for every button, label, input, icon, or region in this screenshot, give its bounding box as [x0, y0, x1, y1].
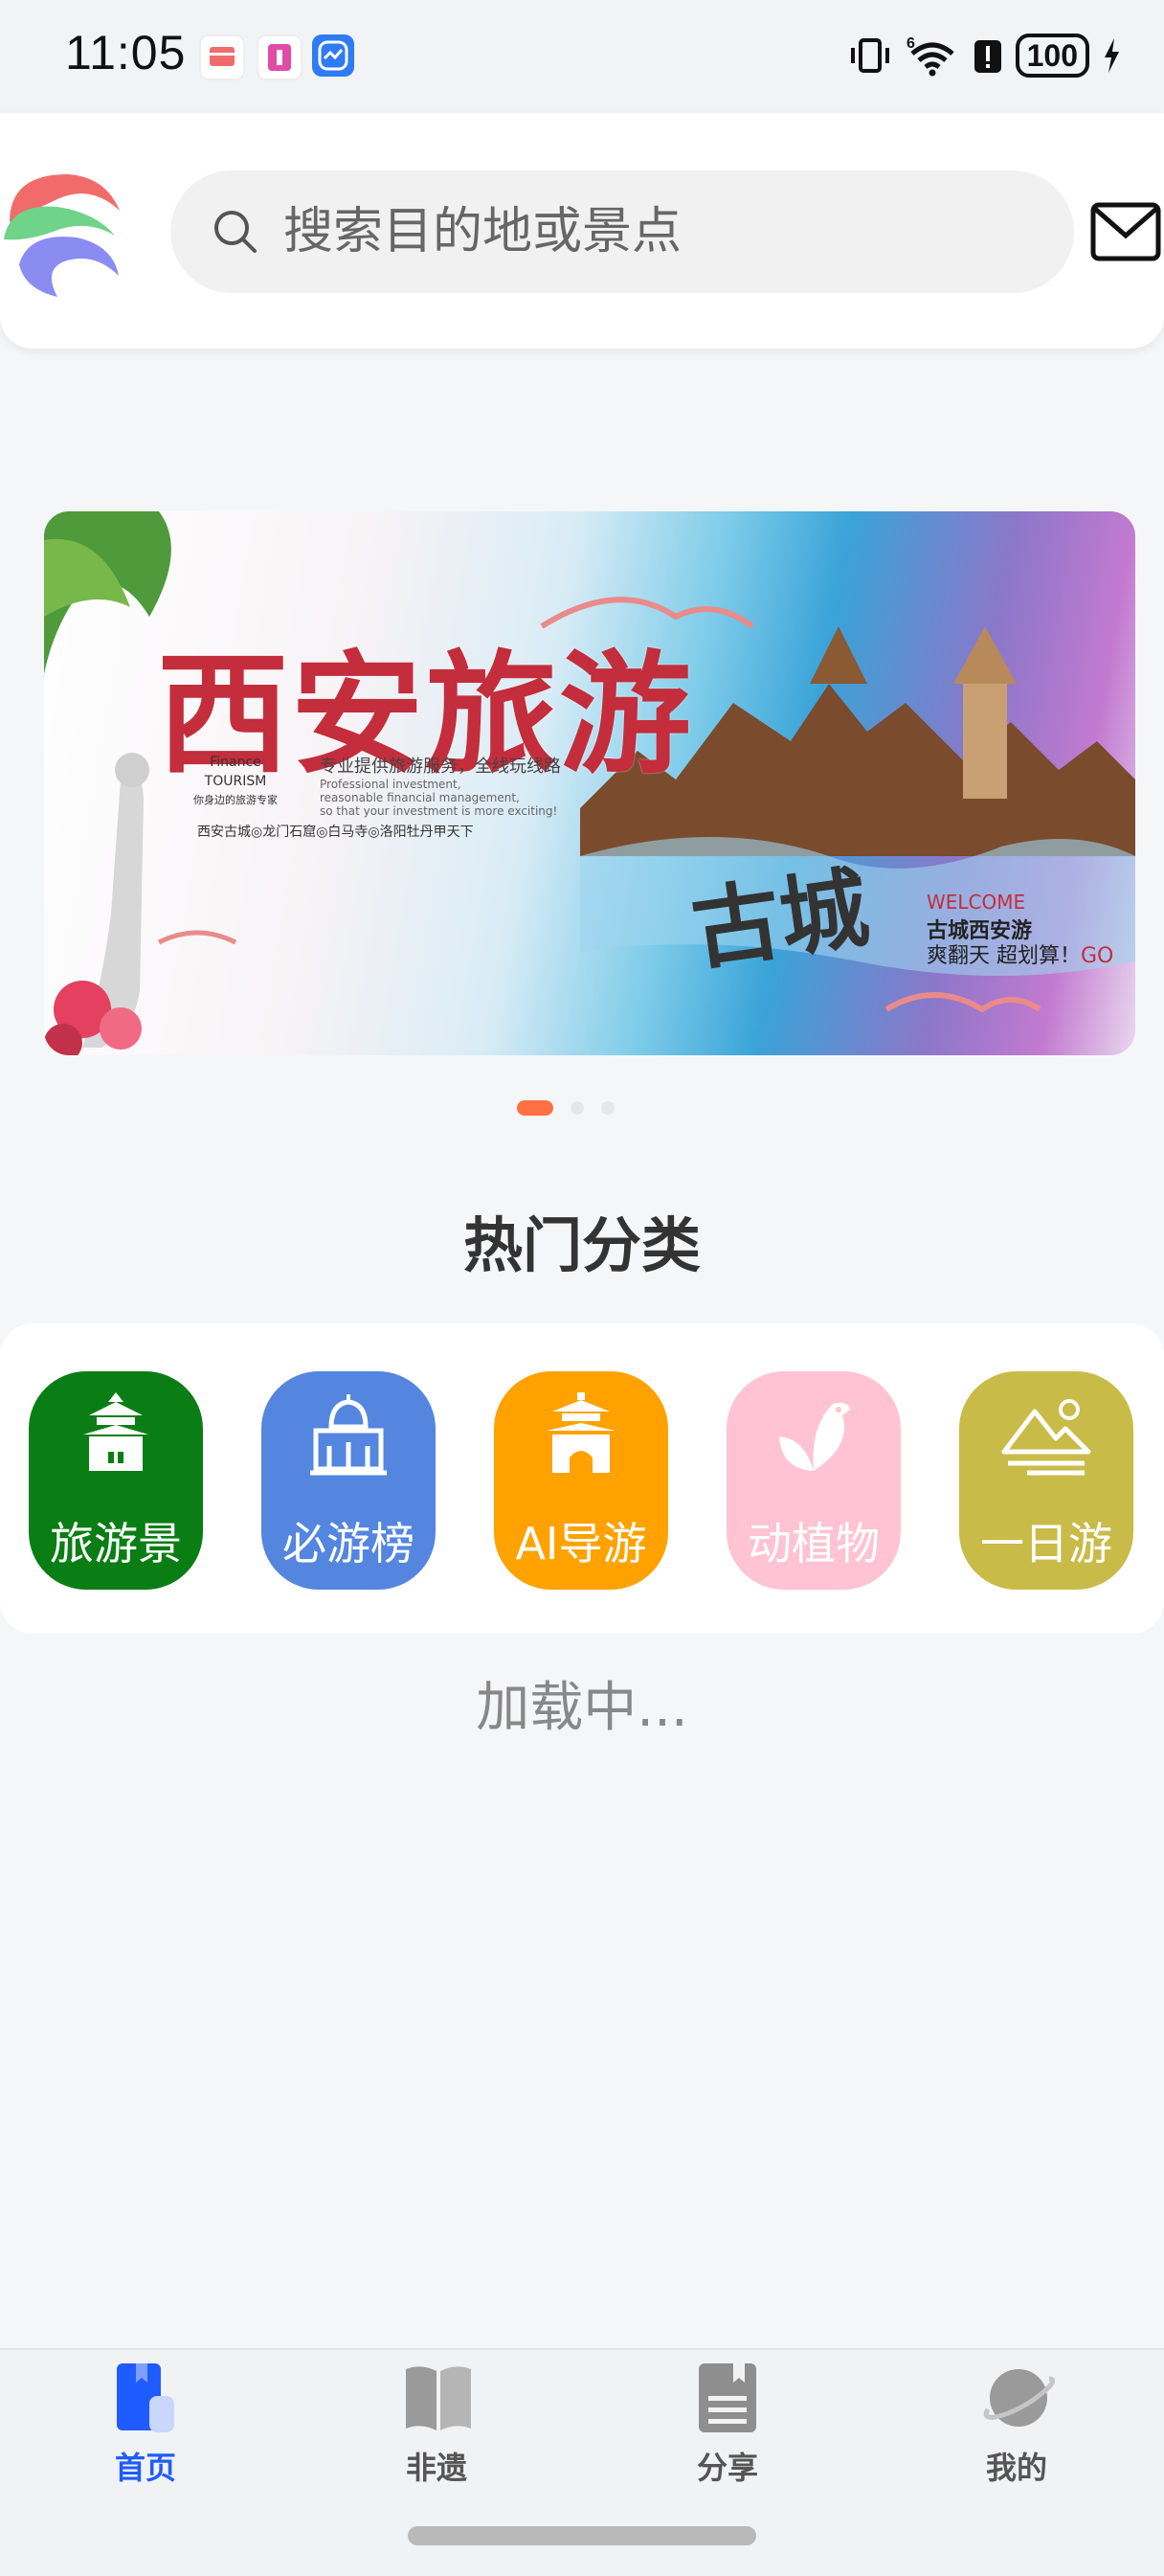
temple-icon — [83, 1392, 148, 1471]
nav-home[interactable]: 首页 — [50, 2356, 241, 2499]
category-day-trip[interactable]: 一日游 — [959, 1371, 1133, 1590]
category-flora-fauna[interactable]: 动植物 — [727, 1371, 901, 1590]
status-bar: 11:05 6 100 — [0, 0, 1164, 113]
category-label: 动植物 — [748, 1518, 880, 1570]
open-book-icon — [406, 2366, 471, 2430]
mountain-icon — [1001, 1399, 1091, 1476]
bookmark-icon — [117, 2363, 174, 2432]
section-title: 热门分类 — [462, 1210, 701, 1280]
banner-slide[interactable]: 西安旅游 Finance TOURISM 你身边的旅游专家 专业提供旅游服务，全… — [44, 511, 1135, 1055]
app-logo — [0, 165, 124, 299]
carousel-dot[interactable] — [571, 1101, 584, 1115]
nav-label: 非遗 — [405, 2450, 467, 2486]
alert-icon — [974, 40, 1001, 73]
category-label: 旅游景 — [50, 1518, 182, 1570]
banner-go: GO — [1081, 944, 1114, 968]
status-icons: 6 100 — [847, 29, 1122, 82]
nav-profile[interactable]: 我的 — [921, 2356, 1112, 2499]
banner-places: 西安古城◎龙门石窟◎白马寺◎洛阳牡丹甲天下 — [197, 825, 474, 840]
notification-app-icon-1 — [199, 34, 245, 80]
notification-app-icon-2 — [257, 34, 302, 80]
charging-icon — [1105, 38, 1119, 73]
banner-tag-cn: 你身边的旅游专家 — [193, 794, 278, 806]
home-indicator[interactable] — [408, 2526, 756, 2545]
wifi-icon: 6 — [907, 35, 954, 77]
banner-tag: Finance TOURISM 你身边的旅游专家 — [193, 753, 278, 810]
mail-icon[interactable] — [1089, 201, 1162, 264]
banner-brush-text: 古城 — [685, 855, 875, 983]
loading-text: 加载中... — [476, 1677, 688, 1739]
notification-app-icon-3 — [312, 34, 354, 77]
banner-line-2: 爽翻天 超划算！GO — [927, 938, 1113, 969]
status-time: 11:05 — [65, 26, 187, 79]
nav-label: 分享 — [696, 2450, 758, 2486]
search-input[interactable]: 搜索目的地或景点 — [170, 170, 1074, 293]
banner-line-2-text: 爽翻天 超划算！ — [927, 944, 1081, 968]
banner-en-line-3: so that your investment is more exciting… — [320, 804, 558, 818]
banner-tag-top: Finance — [210, 755, 261, 770]
category-label: AI导游 — [515, 1518, 647, 1570]
banner-en-line-2: reasonable financial management, — [320, 791, 520, 804]
category-label: 一日游 — [980, 1518, 1112, 1570]
banner-en-line-1: Professional investment, — [320, 778, 461, 791]
banner-subtitle-text: 专业提供旅游服务，全线玩线路 — [320, 757, 561, 777]
carousel-dot[interactable] — [601, 1101, 615, 1115]
banner-tag-mid: TOURISM — [204, 774, 267, 789]
category-label: 必游榜 — [282, 1518, 414, 1570]
mosque-icon — [310, 1394, 387, 1476]
nav-heritage[interactable]: 非遗 — [341, 2356, 532, 2499]
banner-welcome: WELCOME — [927, 891, 1026, 914]
nav-share[interactable]: 分享 — [632, 2356, 823, 2499]
search-icon — [214, 211, 257, 253]
search-placeholder: 搜索目的地或景点 — [283, 203, 683, 260]
svg-text:6: 6 — [907, 35, 915, 52]
document-icon — [699, 2363, 756, 2432]
category-scenic[interactable]: 旅游景 — [29, 1371, 203, 1590]
planet-icon — [983, 2369, 1055, 2427]
category-must-visit[interactable]: 必游榜 — [261, 1371, 436, 1590]
carousel-dot[interactable] — [517, 1100, 553, 1116]
leaf-bird-icon — [779, 1402, 850, 1471]
nav-label: 我的 — [985, 2450, 1047, 2486]
category-ai-guide[interactable]: AI导游 — [494, 1371, 668, 1590]
banner-subtitle: 专业提供旅游服务，全线玩线路 Professional investment, … — [320, 753, 561, 818]
vibrate-icon — [850, 38, 889, 73]
nav-label: 首页 — [114, 2450, 176, 2486]
gate-icon — [547, 1392, 616, 1473]
battery-indicator: 100 — [1015, 34, 1089, 78]
carousel-indicator — [517, 1099, 615, 1117]
